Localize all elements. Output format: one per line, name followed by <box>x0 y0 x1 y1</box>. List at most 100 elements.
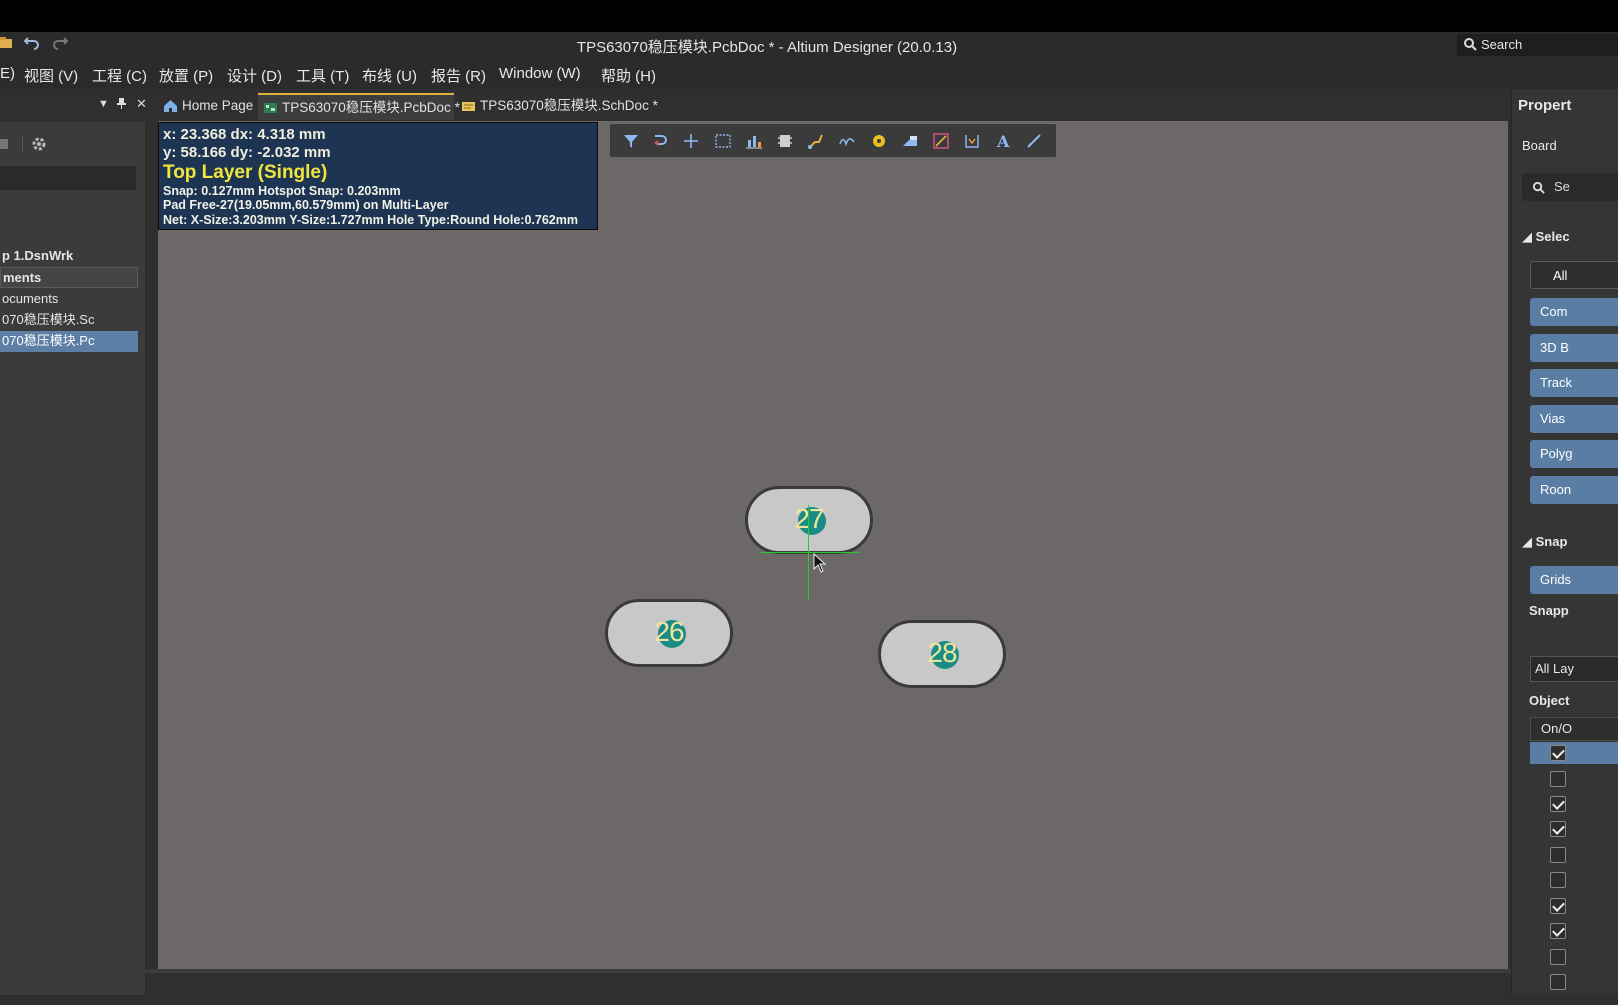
snap-object-checkbox[interactable] <box>1550 949 1566 965</box>
tab-pcbdoc[interactable]: TPS63070稳压模块.PcbDoc * <box>258 93 460 120</box>
section-selection-filter[interactable]: ◢ Selec <box>1522 229 1570 245</box>
filter-components-button[interactable]: Com <box>1530 298 1618 326</box>
select-rect-icon[interactable] <box>714 132 732 150</box>
filter-all-button[interactable]: All <box>1530 261 1618 289</box>
tab-home-page[interactable]: Home Page <box>158 93 256 120</box>
tab-label: TPS63070稳压模块.PcbDoc * <box>282 100 460 115</box>
properties-search-input[interactable]: Se <box>1522 173 1618 201</box>
snap-object-checkbox[interactable] <box>1550 974 1566 990</box>
menu-help[interactable]: 帮助 (H) <box>601 65 656 86</box>
snap-object-checkbox[interactable] <box>1550 872 1566 888</box>
diff-pair-icon[interactable] <box>838 132 856 150</box>
snapping-layer-dropdown[interactable]: All Lay <box>1530 656 1618 682</box>
section-snap-options[interactable]: ◢ Snap <box>1522 534 1567 550</box>
snap-object-checkbox[interactable] <box>1550 898 1566 914</box>
line-icon[interactable] <box>1025 132 1043 150</box>
toolbar-divider <box>22 136 23 152</box>
snap-object-checkbox[interactable] <box>1550 796 1566 812</box>
component-icon[interactable] <box>776 132 794 150</box>
menu-design[interactable]: 设计 (D) <box>227 65 282 86</box>
filter-3d-bodies-button[interactable]: 3D B <box>1530 334 1618 362</box>
projects-panel-header: ▼ ✕ <box>0 90 147 122</box>
panel-menu-icon[interactable]: ▼ <box>98 98 109 110</box>
objects-for-snapping-label: Object <box>1529 693 1570 708</box>
filter-rooms-button[interactable]: Roon <box>1530 476 1618 504</box>
menu-view[interactable]: 视图 (V) <box>24 65 78 86</box>
route-icon[interactable] <box>807 132 825 150</box>
tree-pcbdoc[interactable]: 070稳压模块.Pc <box>0 331 138 352</box>
hud-current-layer: Top Layer (Single) <box>163 162 328 183</box>
document-tabs: Home Page TPS63070稳压模块.PcbDoc * TPS63070… <box>158 90 1508 120</box>
projects-panel: ▼ ✕ p 1.DsnWrk ments ocuments 070稳压模块.Sc… <box>0 90 147 995</box>
snap-object-checkbox[interactable] <box>1550 847 1566 863</box>
menu-place[interactable]: 放置 (P) <box>159 65 213 86</box>
select-connected-icon[interactable] <box>652 132 670 150</box>
tab-label: TPS63070稳压模块.SchDoc * <box>480 98 658 113</box>
tab-label: Home Page <box>182 98 254 113</box>
hud-net-info: Net: X-Size:3.203mm Y-Size:1.727mm Hole … <box>163 213 578 227</box>
properties-title: Propert <box>1518 97 1572 114</box>
status-bar <box>0 969 1618 973</box>
filter-vias-button[interactable]: Vias <box>1530 405 1618 433</box>
altium-window: TPS63070稳压模块.PcbDoc * - Altium Designer … <box>0 32 1618 1005</box>
menu-reports[interactable]: 报告 (R) <box>431 65 486 86</box>
window-title: TPS63070稳压模块.PcbDoc * - Altium Designer … <box>576 39 958 56</box>
snap-object-checkbox[interactable] <box>1550 923 1566 939</box>
on-off-column-header: On/O <box>1530 717 1618 741</box>
search-label: Search <box>1481 37 1523 52</box>
hud-y-coordinate: y: 58.166 dy: -2.032 mm <box>163 144 331 161</box>
filter-polygons-button[interactable]: Polyg <box>1530 440 1618 468</box>
active-bar: A <box>610 124 1056 157</box>
pad-designator: 28 <box>927 637 957 668</box>
text-icon[interactable]: A <box>994 132 1012 150</box>
menu-project[interactable]: 工程 (C) <box>92 65 147 86</box>
snap-object-checkbox[interactable] <box>1550 771 1566 787</box>
heads-up-display: x: 23.368 dx: 4.318 mm y: 58.166 dy: -2.… <box>158 122 598 230</box>
menu-edit[interactable]: E) <box>0 65 15 82</box>
section-label: Snap <box>1535 534 1568 549</box>
dimension-icon[interactable] <box>963 132 981 150</box>
pad-designator: 27 <box>794 503 824 534</box>
gear-icon[interactable] <box>31 136 47 152</box>
board-label: Board <box>1522 138 1557 153</box>
menu-window[interactable]: Window (W) <box>499 65 581 82</box>
tree-source-documents[interactable]: ocuments <box>0 289 138 310</box>
filter-tracks-button[interactable]: Track <box>1530 369 1618 397</box>
menu-tools[interactable]: 工具 (T) <box>296 65 349 86</box>
pad-28[interactable]: 28 <box>878 620 1006 688</box>
menu-bar: E) 视图 (V) 工程 (C) 放置 (P) 设计 (D) 工具 (T) 布线… <box>0 59 1618 89</box>
fill-icon[interactable] <box>901 132 919 150</box>
filter-icon[interactable] <box>622 132 640 150</box>
close-icon[interactable]: ✕ <box>136 96 147 112</box>
hud-pad-info: Pad Free-27(19.05mm,60.579mm) on Multi-L… <box>163 198 449 212</box>
pad-icon[interactable] <box>870 132 888 150</box>
pcb-canvas[interactable]: x: 23.368 dx: 4.318 mm y: 58.166 dy: -2.… <box>158 121 1508 969</box>
snapping-label: Snapp <box>1529 603 1569 618</box>
home-icon <box>164 100 177 112</box>
search-icon <box>1532 181 1545 194</box>
polygon-icon[interactable] <box>932 132 950 150</box>
tree-project[interactable]: ments <box>0 267 138 288</box>
mouse-pointer-icon <box>813 553 827 573</box>
tree-schdoc[interactable]: 070稳压模块.Sc <box>0 310 138 331</box>
menu-route[interactable]: 布线 (U) <box>362 65 417 86</box>
title-bar: TPS63070稳压模块.PcbDoc * - Altium Designer … <box>0 32 1618 58</box>
hud-x-coordinate: x: 23.368 dx: 4.318 mm <box>163 126 326 143</box>
snap-object-checkbox[interactable] <box>1550 821 1566 837</box>
tab-schdoc[interactable]: TPS63070稳压模块.SchDoc * <box>456 93 658 120</box>
crosshair-vertical <box>808 505 809 600</box>
global-search[interactable]: Search <box>1457 34 1618 56</box>
pad-26[interactable]: 26 <box>605 599 733 667</box>
snap-grids-button[interactable]: Grids <box>1530 566 1618 594</box>
search-icon <box>1464 38 1477 51</box>
hud-snap-info: Snap: 0.127mm Hotspot Snap: 0.203mm <box>163 184 401 198</box>
tree-workspace[interactable]: p 1.DsnWrk <box>0 246 138 267</box>
cross-icon[interactable] <box>682 132 700 150</box>
project-tool-icon[interactable] <box>0 136 16 152</box>
pin-icon[interactable] <box>117 98 126 112</box>
snap-object-checkbox[interactable] <box>1550 745 1566 761</box>
pad-27[interactable]: 27 <box>745 486 873 554</box>
project-search-input[interactable] <box>0 166 136 190</box>
svg-text:A: A <box>996 132 1010 150</box>
chart-icon[interactable] <box>745 132 763 150</box>
